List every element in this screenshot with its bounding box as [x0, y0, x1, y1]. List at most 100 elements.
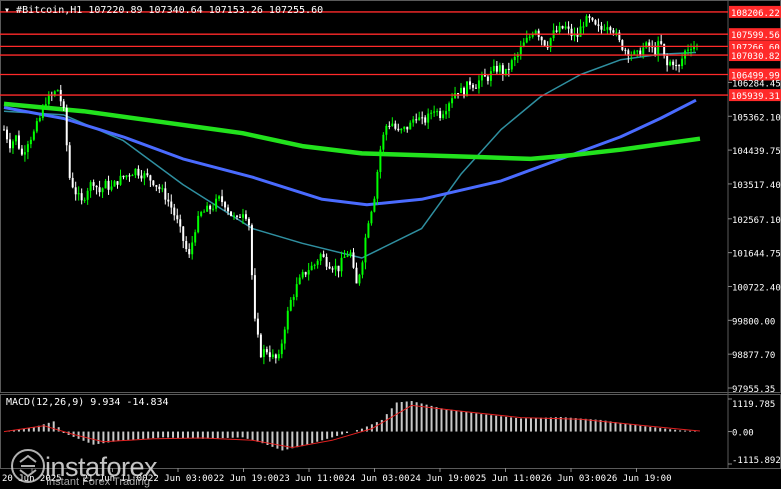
candle-body [412, 119, 415, 123]
candle-body [433, 111, 436, 113]
candle-body [301, 272, 304, 278]
candle-body [101, 188, 104, 193]
candle-body [185, 240, 188, 250]
macd-tick-label: 1119.785 [732, 400, 775, 410]
candles [3, 14, 699, 365]
candle-body [567, 26, 570, 29]
candle-body [415, 119, 418, 121]
candle-body [466, 81, 469, 97]
candle-body [11, 141, 14, 149]
candle-body [26, 144, 29, 153]
candle-body [125, 175, 128, 178]
candle-body [146, 173, 149, 176]
candle-body [540, 36, 543, 41]
candle-body [489, 71, 492, 81]
candle-body [230, 211, 233, 216]
candle-body [672, 61, 675, 66]
candle-body [74, 187, 77, 195]
candle-body [17, 135, 20, 149]
candle-body [277, 354, 280, 359]
candle-body [504, 68, 507, 75]
candle-body [525, 37, 528, 43]
candle-body [334, 265, 337, 270]
candle-body [609, 27, 612, 31]
candle-body [256, 318, 259, 335]
candle-body [116, 181, 119, 185]
candle-body [304, 272, 307, 275]
candle-body [283, 329, 286, 344]
candle-body [519, 46, 522, 55]
candle-body [182, 226, 185, 241]
candle-body [376, 171, 379, 199]
level-price-label: 108206.22 [731, 9, 780, 19]
candle-body [328, 266, 331, 269]
candle-body [666, 55, 669, 66]
candle-body [161, 188, 164, 190]
candle-body [77, 193, 80, 195]
price-tick-label: 97955.35 [732, 385, 775, 395]
candle-body [140, 175, 143, 179]
candle-body [430, 112, 433, 114]
candle-body [642, 47, 645, 56]
candle-body [477, 80, 480, 89]
price-tick-label: 103517.40 [732, 181, 781, 191]
candle-body [513, 56, 516, 61]
candle-body [131, 175, 134, 177]
candle-body [107, 180, 110, 190]
candle-body [110, 186, 113, 190]
candle-body [164, 188, 167, 200]
price-axis-labels: 106284.45 105362.10 104439.75 103517.40 1025… [728, 79, 781, 395]
candle-body [343, 256, 346, 258]
candle-body [5, 129, 8, 140]
candle-body [215, 198, 218, 209]
chart-border-main [0, 0, 781, 393]
candle-body [588, 16, 591, 18]
time-tick-label: 24 Jun 03:00 [345, 474, 410, 484]
candle-body [134, 168, 137, 176]
candle-body [373, 198, 376, 212]
candle-body [615, 32, 618, 34]
candle-body [403, 126, 406, 129]
candle-body [528, 36, 531, 38]
candle-body [137, 168, 140, 176]
candle-body [268, 352, 271, 358]
level-price-label: 105939.31 [731, 92, 780, 102]
time-tick-label: 22 Jun 19:00 [214, 474, 279, 484]
time-tick-label: 26 Jun 19:00 [607, 474, 672, 484]
candle-body [391, 123, 394, 127]
candle-body [600, 25, 603, 30]
candle-body [654, 47, 657, 55]
price-chart: 108206.22107599.56107266.60107030.821064… [0, 0, 781, 484]
candle-body [89, 182, 92, 191]
candle-body [194, 232, 197, 243]
candle-body [421, 117, 424, 119]
candle-body [681, 58, 684, 67]
candle-body [507, 68, 510, 70]
watermark-tagline: Instant Forex Trading [46, 476, 150, 488]
candle-body [238, 216, 241, 218]
candle-body [32, 131, 35, 140]
candle-body [218, 196, 221, 199]
candle-body [265, 349, 268, 353]
macd-label: MACD(12,26,9) 9.934 -14.834 [6, 397, 169, 408]
candle-body [152, 180, 155, 186]
candle-body [690, 49, 693, 51]
candle-body [648, 42, 651, 47]
candle-body [322, 254, 325, 257]
candle-body [474, 87, 477, 89]
candle-body [209, 205, 212, 210]
candle-body [427, 113, 430, 123]
candle-body [286, 310, 289, 330]
candle-body [176, 215, 179, 220]
candle-body [23, 152, 26, 155]
candle-body [660, 41, 663, 44]
candle-body [271, 354, 274, 358]
candle-body [693, 47, 696, 50]
candle-body [274, 354, 277, 359]
candle-body [289, 299, 292, 311]
candle-body [675, 65, 678, 67]
candle-body [448, 103, 451, 112]
candle-body [259, 334, 262, 358]
candle-body [439, 111, 442, 118]
candle-body [244, 214, 247, 219]
